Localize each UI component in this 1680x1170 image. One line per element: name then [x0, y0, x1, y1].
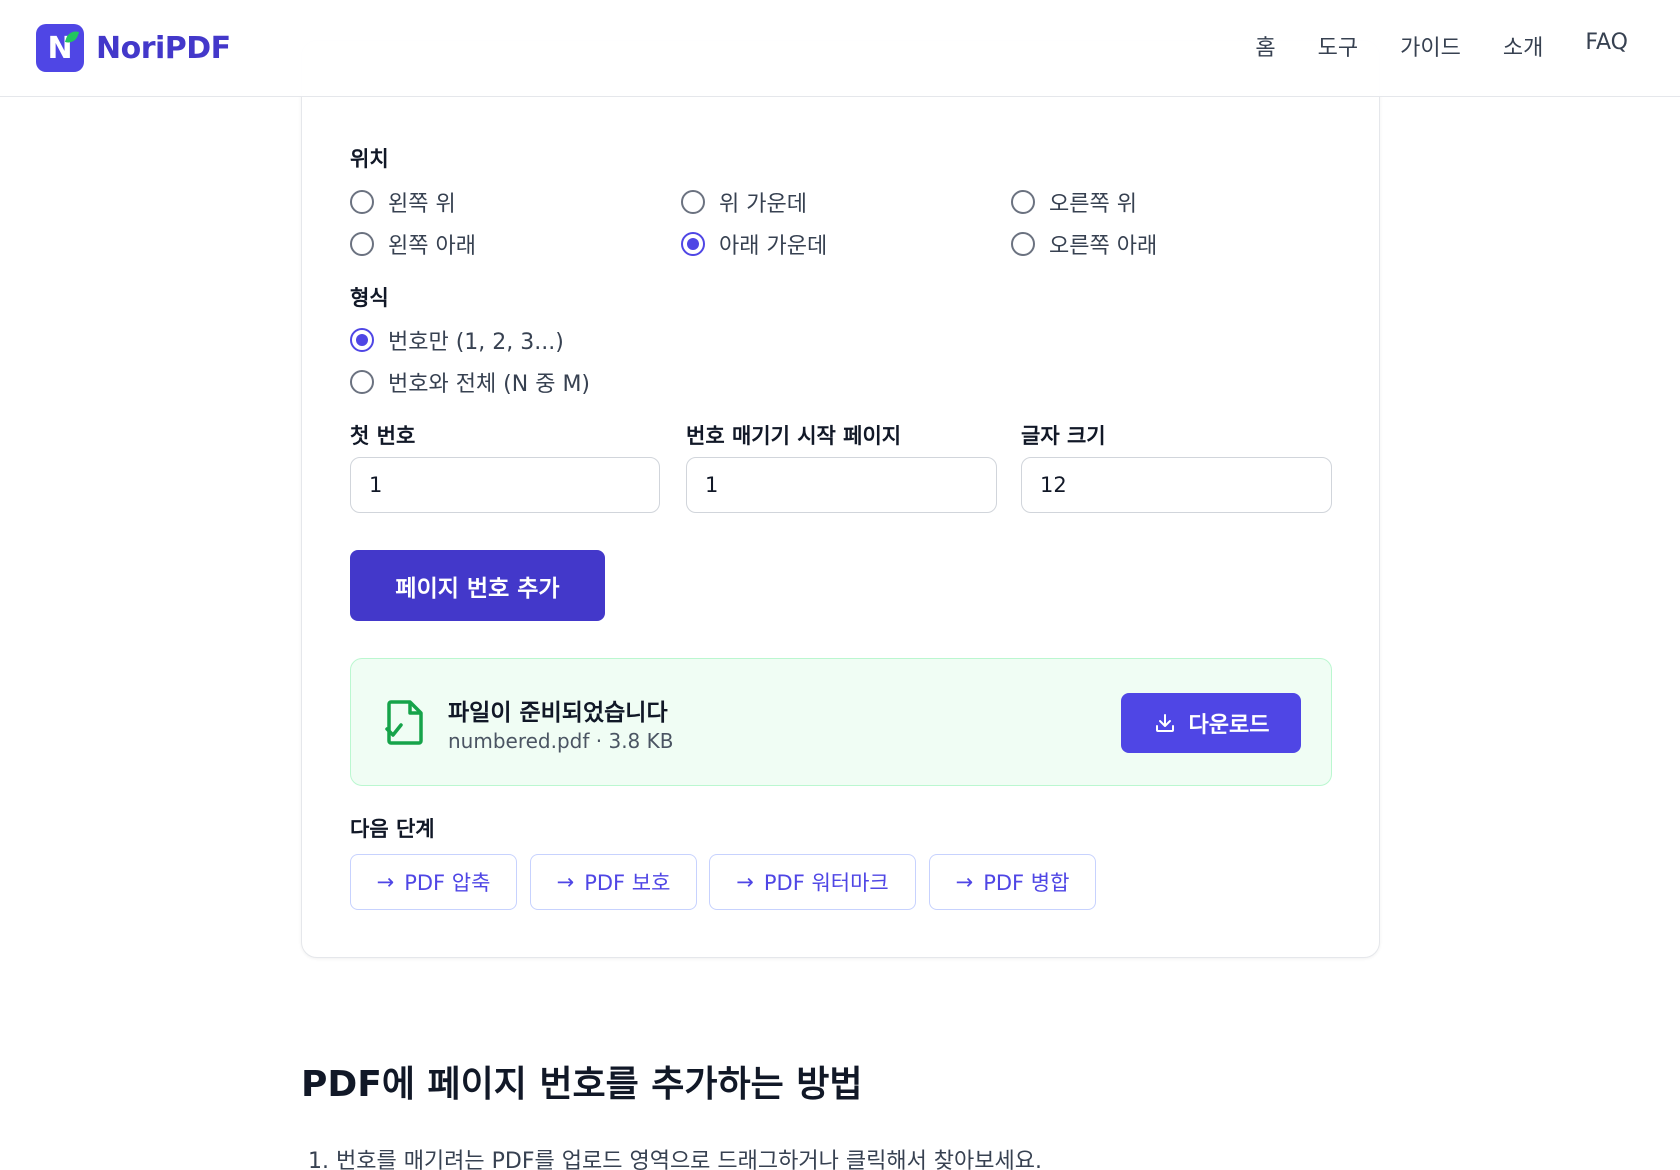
brand-name: NoriPDF — [96, 30, 231, 66]
start-page-input[interactable] — [686, 457, 997, 513]
radio-label: 아래 가운데 — [719, 234, 828, 259]
main-nav: 홈 도구 가이드 소개 FAQ — [1255, 30, 1628, 62]
radio-label: 위 가운데 — [719, 192, 807, 217]
position-bottom-center[interactable]: 아래 가운데 — [681, 228, 827, 260]
arrow-right-icon: → — [376, 870, 395, 894]
next-step-label: PDF 압축 — [404, 871, 491, 895]
format-number-total[interactable]: 번호와 전체 (N 중 M) — [350, 366, 590, 398]
position-bottom-right[interactable]: 오른쪽 아래 — [1011, 228, 1157, 260]
file-check-icon — [385, 700, 423, 745]
format-label: 형식 — [350, 286, 389, 310]
next-step-label: PDF 보호 — [584, 871, 671, 895]
logo[interactable]: N NoriPDF — [36, 24, 231, 72]
site-header: N NoriPDF 홈 도구 가이드 소개 FAQ — [0, 0, 1680, 97]
radio-label: 번호와 전체 (N 중 M) — [388, 372, 591, 397]
next-step-compress[interactable]: → PDF 압축 — [350, 854, 517, 910]
download-button[interactable]: 다운로드 — [1121, 693, 1301, 753]
radio-icon[interactable] — [681, 190, 705, 214]
result-file-meta: numbered.pdf · 3.8 KB — [448, 729, 674, 753]
radio-checked-icon[interactable] — [350, 328, 374, 352]
start-page-label: 번호 매기기 시작 페이지 — [686, 424, 902, 448]
radio-checked-icon[interactable] — [681, 232, 705, 256]
guide-step: 1. 번호를 매기려는 PDF를 업로드 영역으로 드래그하거나 클릭해서 찾아… — [308, 1149, 1042, 1170]
download-label: 다운로드 — [1188, 713, 1270, 738]
font-size-input[interactable] — [1021, 457, 1332, 513]
download-icon — [1155, 714, 1174, 732]
guide-title: PDF에 페이지 번호를 추가하는 방법 — [301, 1064, 863, 1105]
next-step-watermark[interactable]: → PDF 워터마크 — [709, 854, 916, 910]
format-number-only[interactable]: 번호만 (1, 2, 3...) — [350, 324, 564, 356]
radio-label: 왼쪽 아래 — [388, 234, 476, 259]
next-step-label: PDF 병합 — [983, 871, 1070, 895]
position-top-right[interactable]: 오른쪽 위 — [1011, 186, 1137, 218]
radio-label: 오른쪽 아래 — [1049, 234, 1158, 259]
arrow-right-icon: → — [736, 870, 754, 894]
radio-icon[interactable] — [350, 370, 374, 394]
position-bottom-left[interactable]: 왼쪽 아래 — [350, 228, 476, 260]
next-step-protect[interactable]: → PDF 보호 — [530, 854, 697, 910]
position-label: 위치 — [350, 147, 389, 171]
result-panel: 파일이 준비되었습니다 numbered.pdf · 3.8 KB 다운로드 — [350, 658, 1332, 786]
nav-faq[interactable]: FAQ — [1585, 30, 1628, 62]
radio-icon[interactable] — [1011, 190, 1035, 214]
font-size-label: 글자 크기 — [1021, 424, 1106, 448]
nav-tools[interactable]: 도구 — [1318, 30, 1358, 62]
nav-guide[interactable]: 가이드 — [1400, 30, 1461, 62]
logo-icon: N — [36, 24, 84, 72]
radio-label: 오른쪽 위 — [1049, 192, 1137, 217]
arrow-right-icon: → — [556, 870, 575, 894]
radio-label: 왼쪽 위 — [388, 192, 456, 217]
radio-label: 번호만 (1, 2, 3...) — [388, 330, 564, 355]
radio-icon[interactable] — [350, 190, 374, 214]
nav-about[interactable]: 소개 — [1503, 30, 1543, 62]
position-top-left[interactable]: 왼쪽 위 — [350, 186, 456, 218]
next-steps-label: 다음 단계 — [350, 817, 435, 841]
next-step-label: PDF 워터마크 — [763, 871, 889, 895]
radio-icon[interactable] — [1011, 232, 1035, 256]
arrow-right-icon: → — [955, 870, 974, 894]
nav-home[interactable]: 홈 — [1255, 30, 1275, 62]
first-number-label: 첫 번호 — [350, 424, 416, 448]
result-title: 파일이 준비되었습니다 — [448, 700, 668, 726]
first-number-input[interactable] — [350, 457, 660, 513]
add-page-numbers-button[interactable]: 페이지 번호 추가 — [350, 550, 605, 621]
position-top-center[interactable]: 위 가운데 — [681, 186, 807, 218]
next-step-merge[interactable]: → PDF 병합 — [929, 854, 1096, 910]
radio-icon[interactable] — [350, 232, 374, 256]
